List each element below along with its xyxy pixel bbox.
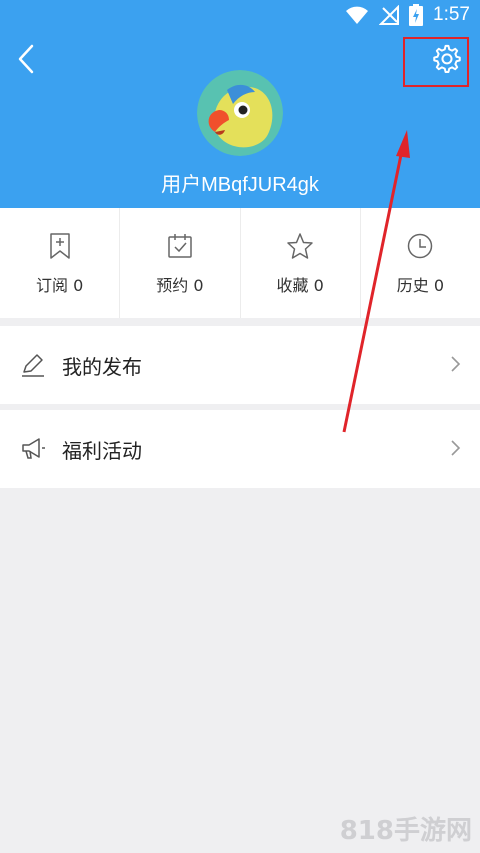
username: 用户MBqfJUR4gk [161,174,319,196]
stat-subscriptions[interactable]: 订阅 0 [0,208,121,318]
stat-label: 收藏 0 [276,276,324,295]
chevron-right-icon [451,356,461,372]
avatar[interactable] [197,70,283,156]
menu-item-label: 福利活动 [62,438,142,463]
watermark: 818手游网 [339,816,472,846]
status-bar: 1:57 [0,0,480,34]
no-signal-icon [379,5,400,25]
battery-charging-icon [409,4,424,26]
annotation-highlight-box [403,37,469,87]
chevron-left-icon [18,44,34,74]
profile-header: 1:57 用户MBqfJUR4gk [0,0,480,208]
menu-item-label: 我的发布 [62,354,142,379]
back-button[interactable] [14,42,40,76]
status-time: 1:57 [433,4,470,25]
calendar-check-icon [168,234,192,258]
menu-item-my-posts[interactable]: 我的发布 [0,326,480,404]
clock-icon [408,233,433,259]
stat-favorites[interactable]: 收藏 0 [241,208,361,318]
star-icon [287,233,313,259]
stat-label: 预约 0 [156,276,204,295]
stat-label: 订阅 0 [35,276,84,295]
menu-item-benefits[interactable]: 福利活动 [0,410,480,488]
megaphone-icon [22,438,45,459]
stat-label: 历史 0 [396,276,445,295]
stats-bar: 订阅 0 预约 0 收藏 0 历史 0 [0,208,480,318]
stat-history[interactable]: 历史 0 [361,208,480,318]
chevron-right-icon [451,440,461,456]
stat-reservations[interactable]: 预约 0 [120,208,241,318]
wifi-icon [346,6,369,24]
bookmark-add-icon [49,233,70,259]
pencil-icon [22,354,44,377]
